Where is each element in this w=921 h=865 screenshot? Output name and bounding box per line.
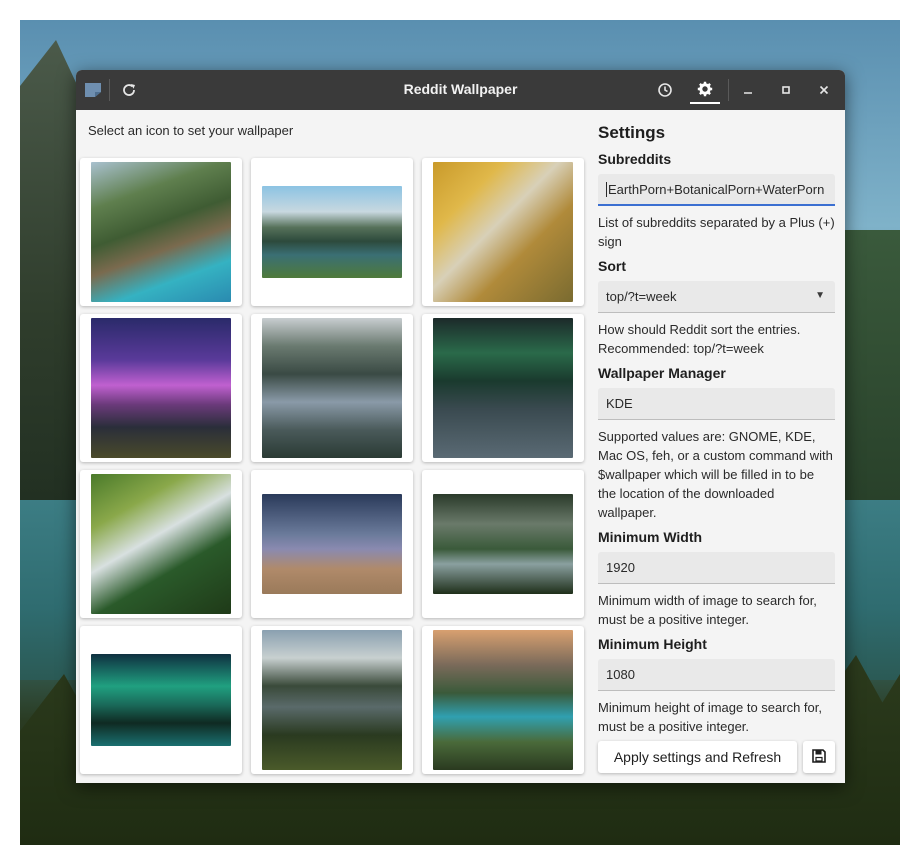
gallery-hint: Select an icon to set your wallpaper [88, 123, 294, 138]
wallpaper-thumbnail [262, 186, 402, 278]
subreddits-value: EarthPorn+BotanicalPorn+WaterPorn [608, 182, 825, 197]
wallpaper-thumbnail [91, 654, 231, 746]
min-width-value: 1920 [606, 560, 635, 575]
save-button[interactable] [803, 741, 835, 773]
text-caret [606, 182, 607, 197]
wallpaper-manager-value: KDE [606, 396, 633, 411]
subreddits-help: List of subreddits separated by a Plus (… [598, 215, 835, 249]
min-width-label: Minimum Width [598, 529, 703, 545]
wallpaper-card[interactable] [80, 314, 242, 462]
apply-refresh-button[interactable]: Apply settings and Refresh [598, 741, 797, 773]
wallpaper-card[interactable] [422, 314, 584, 462]
floppy-disk-icon [812, 748, 826, 767]
wallpaper-grid [80, 158, 584, 774]
wallpaper-thumbnail [91, 318, 231, 458]
sort-value: top/?t=week [606, 289, 677, 304]
wallpaper-card[interactable] [251, 626, 413, 774]
settings-panel: Settings Subreddits EarthPorn+BotanicalP… [598, 70, 838, 783]
wallpaper-card[interactable] [80, 470, 242, 618]
wallpaper-thumbnail [433, 318, 573, 458]
wallpaper-thumbnail [262, 630, 402, 770]
wallpaper-thumbnail [262, 494, 402, 594]
chevron-down-icon: ▼ [815, 290, 825, 301]
min-height-value: 1080 [606, 667, 635, 682]
sort-select[interactable]: top/?t=week ▼ [598, 281, 835, 313]
subreddits-label: Subreddits [598, 151, 672, 167]
wallpaper-card[interactable] [422, 470, 584, 618]
wallpaper-thumbnail [262, 318, 402, 458]
wallpaper-card[interactable] [422, 158, 584, 306]
wallpaper-card[interactable] [251, 470, 413, 618]
wallpaper-card[interactable] [422, 626, 584, 774]
wallpaper-thumbnail [433, 630, 573, 770]
app-window: Reddit Wallpaper Select an icon to set y… [76, 70, 845, 783]
sort-help: How should Reddit sort the entries. Reco… [598, 322, 801, 356]
wallpaper-card[interactable] [80, 158, 242, 306]
min-width-input[interactable]: 1920 [598, 552, 835, 584]
wallpaper-thumbnail [91, 162, 231, 302]
wallpaper-manager-input[interactable]: KDE [598, 388, 835, 420]
sort-label: Sort [598, 258, 626, 274]
min-width-help: Minimum width of image to search for, mu… [598, 593, 817, 627]
min-height-help: Minimum height of image to search for, m… [598, 700, 822, 734]
wallpaper-card[interactable] [251, 158, 413, 306]
wallpaper-manager-help: Supported values are: GNOME, KDE, Mac OS… [598, 429, 833, 520]
wallpaper-thumbnail [91, 474, 231, 614]
min-height-input[interactable]: 1080 [598, 659, 835, 691]
wallpaper-manager-label: Wallpaper Manager [598, 365, 726, 381]
min-height-label: Minimum Height [598, 636, 707, 652]
wallpaper-thumbnail [433, 162, 573, 302]
wallpaper-card[interactable] [251, 314, 413, 462]
settings-heading: Settings [598, 123, 666, 142]
wallpaper-thumbnail [433, 494, 573, 594]
wallpaper-card[interactable] [80, 626, 242, 774]
subreddits-input[interactable]: EarthPorn+BotanicalPorn+WaterPorn [598, 174, 835, 206]
